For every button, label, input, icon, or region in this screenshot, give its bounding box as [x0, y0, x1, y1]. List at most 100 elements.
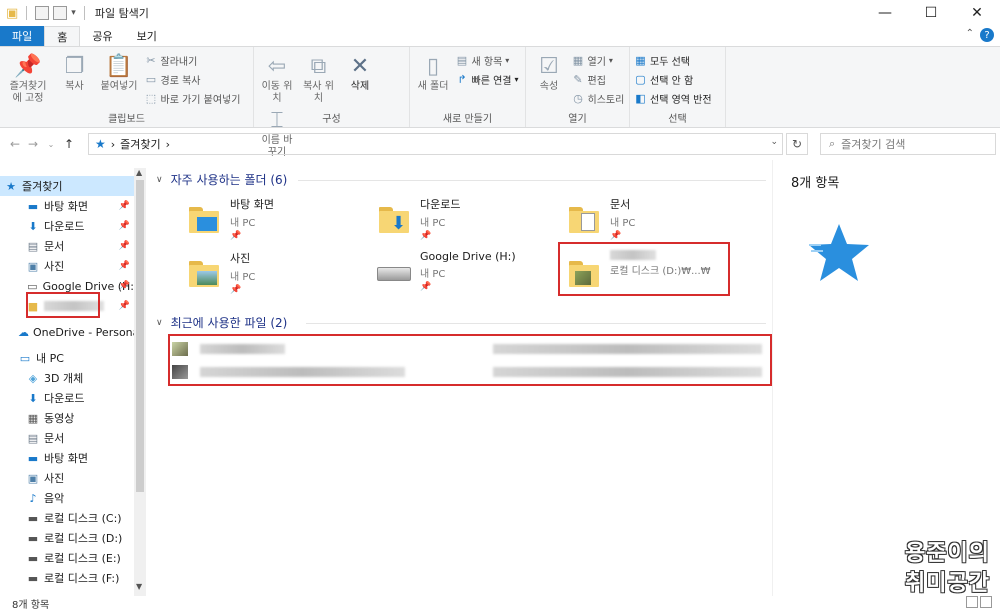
- minimize-button[interactable]: —: [862, 0, 908, 26]
- pin-to-quick-access-button[interactable]: 📌 즐겨찾기에 고정: [6, 51, 50, 105]
- back-arrow-icon[interactable]: ←: [6, 137, 24, 151]
- download-icon: ⬇: [28, 391, 38, 405]
- refresh-button[interactable]: ↻: [786, 133, 808, 155]
- document-icon: ▤: [27, 239, 39, 253]
- nav-item-desktop[interactable]: ▬ 바탕 화면 📌: [0, 196, 134, 216]
- folder-tile-google-drive[interactable]: Google Drive (H:) 내 PC 📌: [374, 250, 554, 300]
- pin-icon: 📌: [610, 231, 622, 241]
- nav-item-disk-d[interactable]: ▬ 로컬 디스크 (D:): [0, 528, 134, 548]
- pin-icon: 📌: [118, 201, 130, 211]
- move-to-button[interactable]: ⇦ 이동 위치: [260, 51, 294, 105]
- cut-button[interactable]: ✂ 잘라내기: [145, 51, 241, 69]
- path-icon: ▭: [145, 72, 157, 86]
- tab-home[interactable]: 홈: [44, 26, 81, 46]
- pin-icon: 📌: [230, 231, 242, 241]
- recent-files-header[interactable]: ∨ 최근에 사용한 파일 (2): [156, 314, 287, 331]
- tab-view[interactable]: 보기: [125, 26, 169, 46]
- scroll-down-icon[interactable]: ▼: [136, 582, 142, 591]
- folder-tile-desktop[interactable]: 바탕 화면 내 PC 📌: [184, 196, 364, 246]
- up-arrow-icon[interactable]: ↑: [60, 137, 78, 151]
- breadcrumb-quick-access[interactable]: 즐겨찾기: [120, 136, 160, 152]
- nav-item-disk-f[interactable]: ▬ 로컬 디스크 (F:): [0, 568, 134, 588]
- forward-arrow-icon[interactable]: →: [24, 137, 42, 151]
- copy-path-button[interactable]: ▭ 경로 복사: [145, 70, 241, 88]
- new-folder-button[interactable]: ▯ 새 폴더: [416, 51, 450, 93]
- nav-item-disk-c[interactable]: ▬ 로컬 디스크 (C:): [0, 508, 134, 528]
- folder-tile-documents[interactable]: 문서 내 PC 📌: [564, 196, 744, 246]
- copy-to-button[interactable]: ⧉ 복사 위치: [302, 51, 336, 105]
- folder-tile-downloads[interactable]: ⬇ 다운로드 내 PC 📌: [374, 196, 554, 246]
- properties-button[interactable]: ☑ 속성: [532, 51, 566, 93]
- new-item-button[interactable]: ▤ 새 항목 ▾: [456, 51, 519, 69]
- address-bar[interactable]: ★ › 즐겨찾기 › ⌄: [88, 133, 783, 155]
- search-icon: ⌕: [829, 137, 836, 150]
- select-none-button[interactable]: ▢ 선택 안 함: [634, 70, 712, 88]
- paste-button[interactable]: 📋 붙여넣기: [99, 51, 139, 93]
- window-title: 파일 탐색기: [94, 7, 149, 20]
- maximize-button[interactable]: ☐: [908, 0, 954, 26]
- search-input[interactable]: ⌕ 즐겨찾기 검색: [820, 133, 996, 155]
- pin-icon: 📌: [118, 221, 130, 231]
- frequent-folders-header[interactable]: ∨ 자주 사용하는 폴더 (6): [156, 171, 287, 188]
- nav-item-pc-pictures[interactable]: ▣ 사진: [0, 468, 134, 488]
- nav-item-pc-documents[interactable]: ▤ 문서: [0, 428, 134, 448]
- ribbon-collapse-icon[interactable]: ⌃: [966, 28, 974, 39]
- select-group: ▦ 모두 선택 ▢ 선택 안 함 ◧ 선택 영역 반전 선택: [630, 47, 726, 127]
- scroll-up-icon[interactable]: ▲: [136, 168, 142, 177]
- nav-scrollbar-thumb[interactable]: [136, 180, 144, 492]
- nav-item-this-pc[interactable]: ▭ 내 PC: [0, 348, 134, 368]
- highlight-box-recent-files: [168, 334, 772, 386]
- video-icon: ▦: [27, 411, 39, 425]
- nav-item-onedrive[interactable]: ☁ OneDrive - Personal: [0, 322, 142, 342]
- clipboard-group: 📌 즐겨찾기에 고정 ❐ 복사 📋 붙여넣기 ✂ 잘라내기 ▭ 경로 복사 ⬚ 바로 …: [0, 47, 254, 127]
- quick-access-properties-icon[interactable]: [35, 6, 50, 20]
- navigation-pane: ★ 즐겨찾기 ▬ 바탕 화면 📌 ⬇ 다운로드 📌 ▤ 문서 📌 ▣ 사진 📌 ▭ Google D…: [0, 168, 146, 596]
- select-all-icon: ▦: [635, 53, 646, 67]
- star-icon: ★: [95, 137, 106, 151]
- nav-item-pc-desktop[interactable]: ▬ 바탕 화면: [0, 448, 134, 468]
- shortcut-icon: ⬚: [145, 91, 157, 105]
- easy-access-button[interactable]: ↱ 빠른 연결 ▾: [456, 70, 518, 88]
- tab-file[interactable]: 파일: [0, 26, 45, 46]
- help-icon[interactable]: ?: [980, 28, 994, 42]
- nav-item-pc-downloads[interactable]: ⬇ 다운로드: [0, 388, 134, 408]
- delete-button[interactable]: ✕ 삭제: [343, 51, 377, 93]
- nav-item-downloads[interactable]: ⬇ 다운로드 📌: [0, 216, 134, 236]
- details-item-count: 8개 항목: [791, 176, 840, 191]
- close-button[interactable]: ✕: [954, 0, 1000, 26]
- organize-group-label: 구성: [322, 114, 341, 125]
- easy-access-icon: ↱: [457, 72, 467, 86]
- desktop-folder-icon: [189, 207, 219, 233]
- history-button[interactable]: ◷ 히스토리: [572, 89, 624, 107]
- copy-button[interactable]: ❐ 복사: [58, 51, 92, 93]
- edit-button[interactable]: ✎ 편집: [572, 70, 625, 88]
- picture-icon: ▣: [27, 259, 39, 273]
- disk-icon: ▬: [27, 571, 39, 585]
- select-all-button[interactable]: ▦ 모두 선택: [634, 51, 712, 69]
- quick-access-new-folder-icon[interactable]: [53, 6, 68, 20]
- nav-item-pictures[interactable]: ▣ 사진 📌: [0, 256, 134, 276]
- pin-icon: 📌: [230, 285, 242, 295]
- nav-item-videos[interactable]: ▦ 동영상: [0, 408, 134, 428]
- nav-item-music[interactable]: ♪ 음악: [0, 488, 134, 508]
- nav-item-3d-objects[interactable]: ◈ 3D 개체: [0, 368, 134, 388]
- address-dropdown-icon[interactable]: ⌄: [770, 137, 778, 147]
- disk-icon: ▬: [27, 531, 39, 545]
- nav-item-quick-access[interactable]: ★ 즐겨찾기: [0, 176, 134, 196]
- recent-locations-icon[interactable]: ⌄: [42, 140, 60, 149]
- nav-item-documents[interactable]: ▤ 문서 📌: [0, 236, 134, 256]
- paste-shortcut-button[interactable]: ⬚ 바로 가기 붙여넣기: [145, 89, 241, 107]
- pc-icon: ▭: [19, 351, 31, 365]
- picture-icon: ▣: [27, 471, 39, 485]
- folder-tile-pictures[interactable]: 사진 내 PC 📌: [184, 250, 364, 300]
- chevron-down-icon: ∨: [156, 317, 163, 328]
- tab-share[interactable]: 공유: [80, 26, 124, 46]
- open-button[interactable]: ▦ 열기 ▾: [572, 51, 625, 69]
- edit-icon: ✎: [573, 72, 583, 86]
- invert-selection-button[interactable]: ◧ 선택 영역 반전: [634, 89, 711, 107]
- nav-item-disk-e[interactable]: ▬ 로컬 디스크 (E:): [0, 548, 134, 568]
- desktop-icon: ▬: [27, 451, 39, 465]
- quick-access-dropdown-icon[interactable]: ▾: [71, 8, 76, 18]
- clipboard-group-label: 클립보드: [108, 114, 145, 125]
- quick-access-star-icon: [809, 224, 869, 281]
